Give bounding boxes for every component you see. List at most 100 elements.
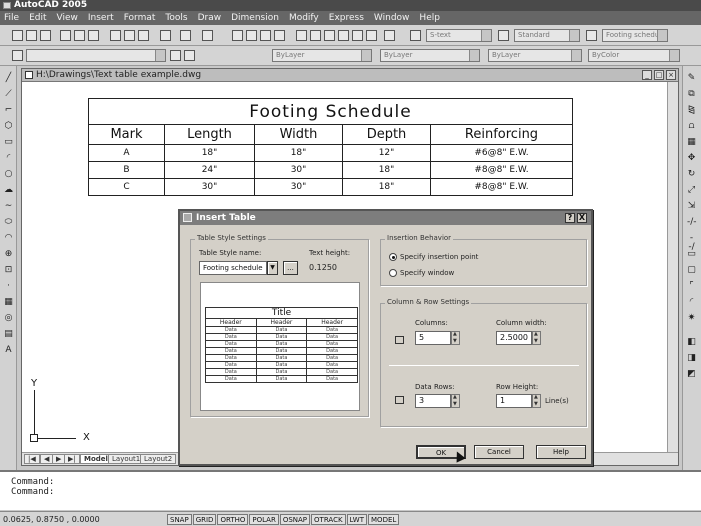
line-icon[interactable]: ╱ — [4, 74, 13, 83]
dim-style-combo[interactable]: Standard — [514, 29, 580, 42]
table-style-select[interactable]: Footing schedule — [199, 261, 267, 275]
chevron-down-icon[interactable]: ▼ — [267, 261, 278, 275]
ortho-toggle[interactable]: ORTHO — [217, 513, 249, 525]
help-button[interactable]: Help — [536, 445, 586, 459]
columns-stepper[interactable] — [451, 331, 460, 345]
paste-icon[interactable] — [138, 30, 149, 41]
explode-icon[interactable]: ✷ — [687, 314, 696, 323]
menu-draw[interactable]: Draw — [198, 13, 222, 23]
footing-schedule-table[interactable]: Footing Schedule Mark Length Width Depth… — [88, 98, 573, 196]
match-properties-icon[interactable] — [160, 30, 171, 41]
markup-icon[interactable] — [352, 30, 363, 41]
properties-icon[interactable] — [296, 30, 307, 41]
row-height-input[interactable]: 1 — [496, 394, 532, 408]
otrack-toggle[interactable]: OTRACK — [311, 513, 346, 525]
make-block-icon[interactable]: ⊡ — [4, 266, 13, 275]
close-icon[interactable]: X — [577, 213, 587, 223]
spline-icon[interactable]: ∼ — [4, 202, 13, 211]
polar-toggle[interactable]: POLAR — [249, 513, 279, 525]
undo-icon[interactable] — [180, 30, 191, 41]
region-icon[interactable]: ◎ — [4, 314, 13, 323]
columns-input[interactable]: 5 — [415, 331, 451, 345]
tab-first-icon[interactable]: |◀ — [24, 454, 40, 464]
menu-tools[interactable]: Tools — [165, 13, 187, 23]
scale-icon[interactable]: ⤢ — [687, 186, 696, 195]
insert-block-icon[interactable]: ⊕ — [4, 250, 13, 259]
multiline-text-icon[interactable]: A — [4, 346, 13, 355]
chamfer-icon[interactable]: ⌜ — [687, 282, 696, 291]
rotate-icon[interactable]: ↻ — [687, 170, 696, 179]
tab-layout1[interactable]: Layout1 — [108, 454, 145, 464]
menu-file[interactable]: File — [4, 13, 19, 23]
menu-insert[interactable]: Insert — [88, 13, 114, 23]
copy-icon[interactable] — [124, 30, 135, 41]
save-icon[interactable] — [40, 30, 51, 41]
tool-palettes-icon[interactable] — [324, 30, 335, 41]
bring-front-icon[interactable]: ◨ — [687, 354, 696, 363]
offset-icon[interactable]: ⩍ — [687, 122, 696, 131]
specify-window-radio[interactable] — [389, 269, 397, 277]
lwt-toggle[interactable]: LWT — [346, 513, 368, 525]
specify-point-radio[interactable] — [389, 253, 397, 261]
circle-icon[interactable]: ○ — [4, 170, 13, 179]
lineweight-combo[interactable]: ByLayer — [488, 49, 582, 62]
menu-modify[interactable]: Modify — [289, 13, 319, 23]
mirror-icon[interactable]: ⧎ — [687, 106, 696, 115]
join-icon[interactable]: ▢ — [687, 266, 696, 275]
trim-icon[interactable]: -/- — [687, 218, 697, 227]
zoom-realtime-icon[interactable] — [246, 30, 257, 41]
revision-cloud-icon[interactable]: ☁ — [4, 186, 13, 195]
cancel-button[interactable]: Cancel — [474, 445, 524, 459]
maximize-icon[interactable]: □ — [654, 70, 664, 80]
plot-preview-icon[interactable] — [74, 30, 85, 41]
zoom-previous-icon[interactable] — [274, 30, 285, 41]
layer-previous-icon[interactable] — [184, 50, 195, 61]
text-style-combo[interactable]: S-text — [426, 29, 492, 42]
plotstyle-combo[interactable]: ByColor — [588, 49, 680, 62]
data-rows-stepper[interactable] — [451, 394, 460, 408]
open-icon[interactable] — [26, 30, 37, 41]
ellipse-arc-icon[interactable]: ◠ — [4, 234, 13, 243]
point-icon[interactable]: · — [4, 282, 13, 291]
menu-edit[interactable]: Edit — [29, 13, 46, 23]
draworder-icon[interactable]: ◧ — [687, 338, 696, 347]
snap-toggle[interactable]: SNAP — [167, 513, 192, 525]
rectangle-icon[interactable]: ▭ — [4, 138, 13, 147]
make-current-icon[interactable] — [170, 50, 181, 61]
menu-format[interactable]: Format — [124, 13, 156, 23]
data-rows-input[interactable]: 3 — [415, 394, 451, 408]
menu-window[interactable]: Window — [374, 13, 410, 23]
table-icon[interactable]: ▤ — [4, 330, 13, 339]
cut-icon[interactable] — [110, 30, 121, 41]
layer-manager-icon[interactable] — [12, 50, 23, 61]
command-line[interactable]: Command: Command: — [0, 470, 701, 510]
erase-icon[interactable]: ✎ — [687, 74, 696, 83]
copy-object-icon[interactable]: ⧉ — [687, 90, 696, 99]
zoom-window-icon[interactable] — [260, 30, 271, 41]
column-width-stepper[interactable] — [532, 331, 541, 345]
array-icon[interactable]: ▦ — [687, 138, 696, 147]
color-combo[interactable]: ByLayer — [272, 49, 372, 62]
close-icon[interactable]: × — [666, 70, 676, 80]
polyline-icon[interactable]: ⌐ — [4, 106, 13, 115]
fillet-icon[interactable]: ◜ — [687, 298, 696, 307]
ellipse-icon[interactable]: ⬭ — [4, 218, 13, 227]
row-height-stepper[interactable] — [532, 394, 541, 408]
pan-icon[interactable] — [232, 30, 243, 41]
menu-help[interactable]: Help — [419, 13, 440, 23]
column-width-input[interactable]: 2.5000 — [496, 331, 532, 345]
minimize-icon[interactable]: _ — [642, 70, 652, 80]
publish-icon[interactable] — [88, 30, 99, 41]
plot-icon[interactable] — [60, 30, 71, 41]
linetype-combo[interactable]: ByLayer — [380, 49, 480, 62]
break-icon[interactable]: ▭ — [687, 250, 696, 259]
layer-combo[interactable] — [26, 49, 166, 62]
menu-dimension[interactable]: Dimension — [231, 13, 279, 23]
tab-last-icon[interactable]: ▶| — [64, 454, 80, 464]
menu-express[interactable]: Express — [329, 13, 364, 23]
grid-toggle[interactable]: GRID — [192, 513, 217, 525]
quickcalc-icon[interactable] — [366, 30, 377, 41]
extend-icon[interactable]: --/ — [687, 234, 696, 252]
model-toggle[interactable]: MODEL — [368, 513, 400, 525]
help-icon[interactable]: ? — [565, 213, 575, 223]
